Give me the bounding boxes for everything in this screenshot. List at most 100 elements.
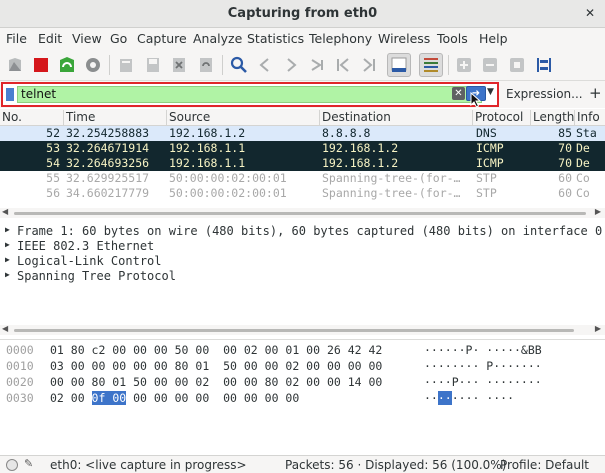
column-no[interactable]: No. [0, 110, 63, 126]
expand-arrow-icon[interactable]: ▶ [5, 225, 10, 234]
packet-destination: 192.168.1.2 [322, 141, 399, 155]
bytes-offset: 0010 [6, 359, 34, 373]
scroll-right-icon[interactable]: ▶ [595, 324, 601, 333]
edit-comment-icon[interactable]: ✎ [24, 457, 33, 470]
menu-go[interactable]: Go [110, 31, 127, 46]
bytes-ascii: ········ ···· [424, 391, 514, 405]
go-to-packet-icon[interactable] [305, 53, 329, 77]
expert-info-icon[interactable] [6, 459, 18, 471]
packet-destination: 192.168.1.2 [322, 156, 399, 170]
packet-details-scrollbar[interactable]: ◀ ▶ [0, 324, 605, 335]
menu-edit[interactable]: Edit [38, 31, 62, 46]
zoom-out-icon[interactable] [478, 53, 502, 77]
packet-row[interactable]: 53 32.264671914 192.168.1.1 192.168.1.2 … [0, 141, 605, 156]
reload-file-icon[interactable] [194, 53, 218, 77]
scrollbar-thumb[interactable] [14, 329, 574, 332]
expand-arrow-icon[interactable]: ▶ [5, 255, 10, 264]
autoscroll-icon[interactable] [387, 53, 411, 77]
filter-highlight-box: telnet ✕ ➜ [1, 82, 499, 107]
profile-selector[interactable]: Profile: Default [500, 458, 589, 472]
packet-length: 60 [558, 186, 572, 200]
capture-options-icon[interactable] [81, 53, 105, 77]
packet-row[interactable]: 52 32.254258883 192.168.1.2 8.8.8.8 DNS … [0, 126, 605, 141]
column-length[interactable]: Length [530, 110, 574, 126]
packet-count: Packets: 56 · Displayed: 56 (100.0%) [285, 458, 507, 472]
menu-analyze[interactable]: Analyze [193, 31, 242, 46]
bytes-row[interactable]: 0010 03 00 00 00 00 00 80 01 50 00 00 02… [0, 359, 605, 375]
expression-button[interactable]: Expression... [506, 87, 583, 101]
first-packet-icon[interactable] [331, 53, 355, 77]
menu-view[interactable]: View [72, 31, 102, 46]
column-destination[interactable]: Destination [319, 110, 472, 126]
menu-capture[interactable]: Capture [137, 31, 187, 46]
packet-protocol: DNS [476, 126, 497, 140]
scroll-right-icon[interactable]: ▶ [595, 207, 601, 216]
colorize-icon[interactable] [419, 53, 443, 77]
capture-status: eth0: <live capture in progress> [50, 458, 247, 472]
toolbar-separator [448, 55, 449, 75]
find-packet-icon[interactable] [227, 53, 251, 77]
restart-capture-icon[interactable] [55, 53, 79, 77]
menu-help[interactable]: Help [479, 31, 508, 46]
packet-list-scrollbar[interactable]: ◀ ▶ [0, 207, 605, 218]
column-time[interactable]: Time [63, 110, 166, 126]
packet-protocol: STP [476, 186, 497, 200]
packet-time: 34.660217779 [66, 186, 150, 200]
column-source[interactable]: Source [166, 110, 319, 126]
zoom-in-icon[interactable] [452, 53, 476, 77]
packet-no: 55 [46, 171, 60, 185]
menu-telephony[interactable]: Telephony [309, 31, 372, 46]
menu-file[interactable]: File [6, 31, 27, 46]
filter-history-dropdown-icon[interactable]: ▼ [487, 87, 494, 97]
column-protocol[interactable]: Protocol [472, 110, 530, 126]
packet-row[interactable]: 56 34.660217779 50:00:00:02:00:01 Spanni… [0, 186, 605, 201]
bytes-hex: 02 00 0f 00 00 00 00 00 00 00 00 00 [50, 391, 299, 405]
column-info[interactable]: Info [574, 110, 605, 126]
start-capture-icon[interactable] [3, 53, 27, 77]
go-forward-icon[interactable] [279, 53, 303, 77]
last-packet-icon[interactable] [357, 53, 381, 77]
bytes-row[interactable]: 0030 02 00 0f 00 00 00 00 00 00 00 00 00… [0, 391, 605, 407]
toolbar-separator [109, 55, 110, 75]
packet-row[interactable]: 55 32.629925517 50:00:00:02:00:01 Spanni… [0, 171, 605, 186]
menu-tools[interactable]: Tools [437, 31, 468, 46]
detail-tree-item[interactable]: ▶ IEEE 802.3 Ethernet [0, 239, 605, 254]
bytes-row[interactable]: 0000 01 80 c2 00 00 00 50 00 00 02 00 01… [0, 343, 605, 359]
packet-row[interactable]: 54 32.264693256 192.168.1.1 192.168.1.2 … [0, 156, 605, 171]
menu-wireless[interactable]: Wireless [378, 31, 430, 46]
save-file-icon[interactable] [141, 53, 165, 77]
detail-tree-item[interactable]: ▶ Spanning Tree Protocol [0, 269, 605, 284]
packet-protocol: ICMP [476, 141, 504, 155]
detail-tree-item[interactable]: ▶ Logical-Link Control [0, 254, 605, 269]
clear-filter-icon[interactable]: ✕ [452, 87, 465, 100]
main-toolbar [0, 49, 605, 81]
normal-size-icon[interactable] [505, 53, 529, 77]
open-file-icon[interactable] [114, 53, 138, 77]
close-file-icon[interactable] [167, 53, 191, 77]
bytes-hex: 03 00 00 00 00 00 80 01 50 00 00 02 00 0… [50, 359, 383, 373]
detail-tree-item[interactable]: ▶ Frame 1: 60 bytes on wire (480 bits), … [0, 224, 605, 239]
close-icon[interactable]: ✕ [581, 5, 599, 23]
packet-info: Co [576, 171, 590, 185]
add-filter-button[interactable]: + [589, 84, 602, 102]
scrollbar-thumb[interactable] [14, 212, 586, 215]
packet-info: Co [576, 186, 590, 200]
resize-columns-icon[interactable] [532, 53, 556, 77]
packet-no: 53 [46, 141, 60, 155]
scroll-left-icon[interactable]: ◀ [2, 207, 8, 216]
expand-arrow-icon[interactable]: ▶ [5, 270, 10, 279]
go-back-icon[interactable] [253, 53, 277, 77]
packet-protocol: STP [476, 171, 497, 185]
packet-source: 192.168.1.1 [169, 156, 246, 170]
packet-length: 70 [558, 156, 572, 170]
bytes-ascii: ······P· ·····&BB [424, 343, 542, 357]
expand-arrow-icon[interactable]: ▶ [5, 240, 10, 249]
bytes-row[interactable]: 0020 00 00 80 01 50 00 00 02 00 00 80 02… [0, 375, 605, 391]
display-filter-input[interactable]: telnet [17, 86, 482, 103]
bytes-hex-text: 02 00 [50, 391, 92, 405]
bookmark-icon[interactable] [6, 88, 14, 101]
stop-capture-icon[interactable] [29, 53, 53, 77]
menu-statistics[interactable]: Statistics [247, 31, 304, 46]
scroll-left-icon[interactable]: ◀ [2, 324, 8, 333]
packet-bytes: 0000 01 80 c2 00 00 00 50 00 00 02 00 01… [0, 339, 605, 449]
